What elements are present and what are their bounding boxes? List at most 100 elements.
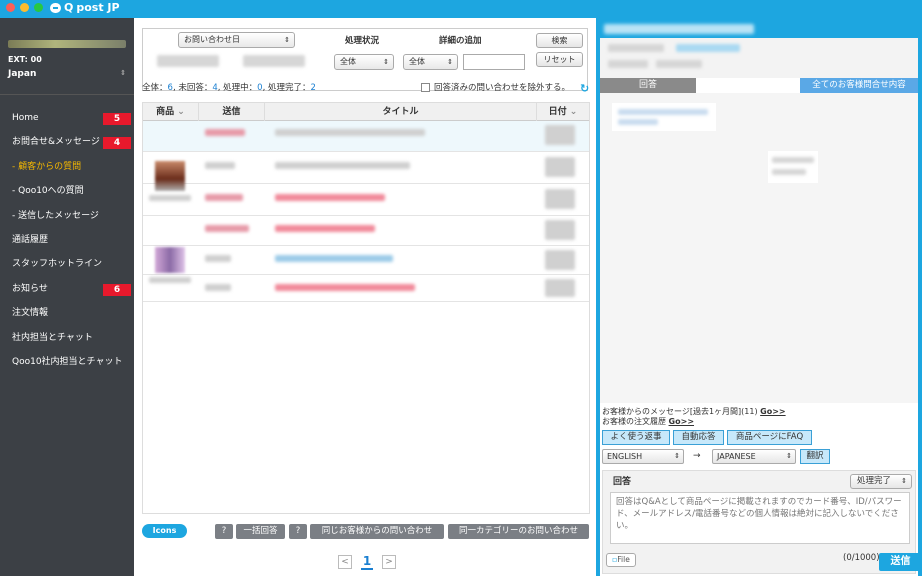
go-link[interactable]: Go>> (760, 407, 785, 416)
user-name-redacted (8, 40, 126, 48)
redacted-sender (205, 284, 231, 291)
help-button[interactable]: ? (289, 524, 307, 539)
sidebar-item-label: お問合せ&メッセージ (12, 137, 100, 148)
column-sent[interactable]: 送信 (199, 103, 265, 121)
exclude-answered-label: 回答済みの問い合わせを除外する。 (434, 83, 571, 93)
sidebar-item-label: スタッフホットライン (12, 259, 103, 270)
column-label: 商品 (156, 107, 175, 117)
go-link[interactable]: Go>> (669, 417, 694, 426)
reply-textarea[interactable] (610, 492, 910, 544)
column-product[interactable]: 商品 ⌄ (143, 103, 199, 121)
table-row[interactable] (143, 216, 589, 246)
redacted-sender (205, 162, 235, 169)
redacted-date (545, 250, 575, 270)
column-label: タイトル (382, 107, 419, 117)
search-button[interactable]: 検索 (536, 33, 583, 48)
sidebar-item-qoo10-internal-chat[interactable]: Qoo10社内担当とチャット (0, 350, 134, 374)
maximize-window-button[interactable] (34, 3, 43, 12)
attach-file-button[interactable]: ▫File (606, 553, 636, 567)
tab-reply[interactable]: 回答 (600, 78, 696, 93)
app-title: post JP (76, 1, 120, 14)
translate-button[interactable]: 翻訳 (800, 449, 830, 464)
table-row[interactable] (143, 246, 589, 275)
column-date[interactable]: 日付 ⌄ (537, 103, 589, 121)
bulk-reply-button[interactable]: 一括回答 (236, 524, 285, 539)
next-page-button[interactable]: > (382, 555, 396, 569)
redacted-info (608, 60, 648, 68)
redacted-title (275, 225, 375, 232)
product-faq-button[interactable]: 商品ページにFAQ (727, 430, 812, 445)
source-language-select[interactable]: ENGLISH ⇕ (602, 449, 684, 464)
detail-value: 全体 (409, 57, 425, 66)
redacted-message (618, 119, 658, 125)
redacted-sender (205, 255, 231, 262)
sidebar-item-inquiries[interactable]: お問合せ&メッセージ 4 (0, 130, 134, 154)
country-label: Japan (8, 69, 37, 79)
minimize-window-button[interactable] (20, 3, 29, 12)
redacted-sender (205, 225, 249, 232)
sidebar-item-notices[interactable]: お知らせ 6 (0, 277, 134, 301)
frequent-reply-button[interactable]: よく使う返事 (602, 430, 670, 445)
customer-orders-label: お客様の注文履歴 (602, 417, 666, 426)
close-window-button[interactable] (6, 3, 15, 12)
refresh-icon[interactable]: ↻ (580, 82, 589, 95)
updown-icon: ⇕ (120, 69, 126, 77)
target-language-select[interactable]: JAPANESE ⇕ (712, 449, 796, 464)
sidebar-item-call-history[interactable]: 通話履歴 (0, 228, 134, 252)
tab-all-inquiries[interactable]: 全てのお客様問合せ内容 (800, 78, 918, 93)
exclude-answered-option[interactable]: 回答済みの問い合わせを除外する。 (421, 81, 570, 93)
message-bubble (768, 151, 818, 183)
table-header: 商品 ⌄ 送信 タイトル 日付 ⌄ (143, 103, 589, 121)
prev-page-button[interactable]: < (338, 555, 352, 569)
date-type-select[interactable]: お問い合わせ日 ⇕ (178, 32, 295, 48)
redacted-date (545, 157, 575, 177)
date-type-value: お問い合わせ日 (184, 35, 240, 44)
redacted-product-name (149, 195, 191, 201)
status-select[interactable]: 全体 ⇕ (334, 54, 394, 70)
table-row[interactable] (143, 121, 589, 152)
sidebar-item-label: 注文情報 (12, 308, 49, 319)
sidebar-item-qoo10-questions[interactable]: - Qoo10への質問 (0, 179, 134, 203)
icons-logo[interactable]: Icons (142, 524, 187, 538)
country-select[interactable]: Japan ⇕ (8, 69, 126, 79)
current-page[interactable]: 1 (361, 554, 373, 570)
redacted-sender (205, 194, 243, 201)
column-title[interactable]: タイトル (265, 103, 537, 121)
detail-text-input[interactable] (463, 54, 525, 70)
sidebar-item-internal-chat[interactable]: 社内担当とチャット (0, 326, 134, 350)
reply-status-value: 処理完了 (857, 476, 892, 486)
customer-messages-label: お客様からのメッセージ[過去1ヶ月間](11) (602, 407, 758, 416)
auto-reply-button[interactable]: 自動応答 (673, 430, 724, 445)
sidebar-item-label: お知らせ (12, 283, 48, 294)
character-counter: (0/1000) (843, 553, 880, 563)
exclude-answered-checkbox[interactable] (421, 82, 430, 92)
sidebar-nav: Home 5 お問合せ&メッセージ 4 - 顧客からの質問 - Qoo10への質… (0, 106, 134, 374)
sidebar-item-sent-messages[interactable]: - 送信したメッセージ (0, 204, 134, 228)
send-button[interactable]: 送信 (879, 553, 922, 571)
same-customer-inquiries-button[interactable]: 同じお客様からの問い合わせ (310, 524, 444, 539)
updown-icon: ⇕ (901, 477, 907, 485)
sidebar-item-home[interactable]: Home 5 (0, 106, 134, 130)
detail-select[interactable]: 全体 ⇕ (403, 54, 458, 70)
redacted-link[interactable] (676, 44, 740, 52)
table-row[interactable] (143, 184, 589, 216)
table-row[interactable] (143, 275, 589, 302)
redacted-title (275, 255, 393, 262)
same-category-inquiries-button[interactable]: 同一カテゴリーのお問い合わせ (448, 524, 589, 539)
redacted-date (545, 125, 575, 145)
redacted-product-name (149, 277, 191, 283)
product-thumbnail[interactable] (155, 247, 185, 273)
sidebar-item-order-info[interactable]: 注文情報 (0, 301, 134, 325)
help-button[interactable]: ? (215, 524, 233, 539)
reset-button[interactable]: リセット (536, 52, 583, 67)
redacted-sender (205, 129, 245, 136)
sidebar-item-staff-hotline[interactable]: スタッフホットライン (0, 252, 134, 276)
conversation-panel: 回答 全てのお客様問合せ内容 お客様からのメッセージ[過去1ヶ月間](11) G… (596, 18, 922, 576)
table-row[interactable] (143, 152, 589, 184)
sidebar-item-customer-questions[interactable]: - 顧客からの質問 (0, 155, 134, 179)
start-date-field-redacted[interactable] (157, 55, 219, 67)
chat-bubble-icon (50, 2, 61, 13)
reply-status-select[interactable]: 処理完了 ⇕ (850, 474, 912, 489)
product-thumbnail[interactable] (155, 161, 185, 191)
end-date-field-redacted[interactable] (243, 55, 305, 67)
